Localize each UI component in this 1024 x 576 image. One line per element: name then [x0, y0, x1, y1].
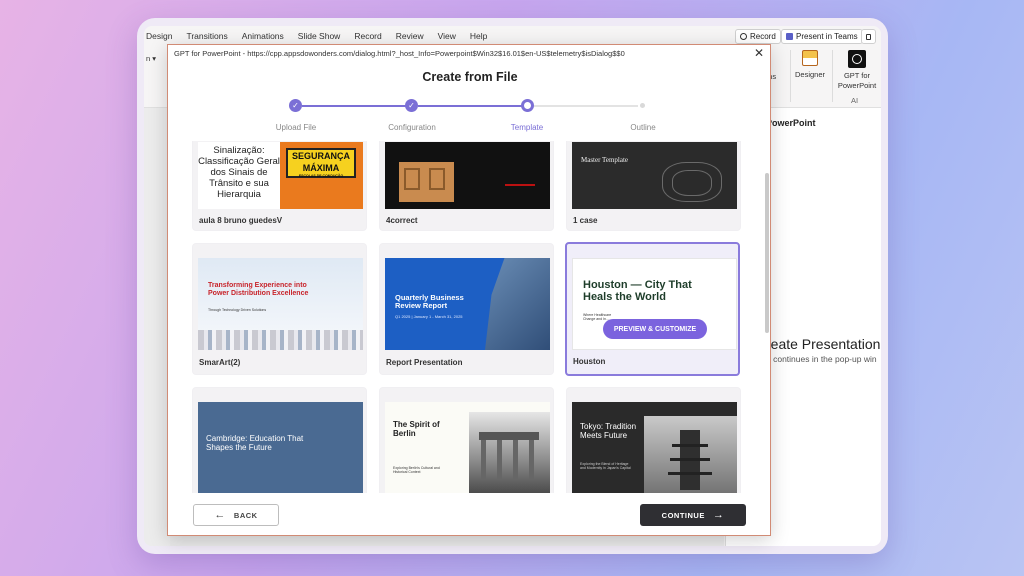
menu-transitions[interactable]: Transitions	[186, 31, 227, 41]
progress-stepper: ✓ ✓ Upload File Configuration Template O…	[168, 97, 770, 137]
ribbon-divider	[790, 50, 791, 102]
template-card-smarart[interactable]: Transforming Experience into Power Distr…	[192, 243, 367, 375]
template-thumbnail: The Spirit of Berlin Exploring Berlin's …	[385, 402, 550, 493]
back-button[interactable]: ← BACK	[193, 504, 279, 526]
thumbnail-brandenburg-image	[469, 412, 550, 493]
template-name: Report Presentation	[386, 358, 463, 367]
template-name: Houston	[573, 357, 606, 366]
template-thumbnail: Sinalização: Classificação Geral dos Sin…	[198, 142, 363, 209]
present-in-teams-button[interactable]: Present in Teams	[781, 29, 863, 44]
template-thumbnail: Tokyo: Tradition Meets Future Exploring …	[572, 402, 737, 493]
template-thumbnail	[385, 142, 550, 209]
gpt-for-powerpoint-button[interactable]: GPT for PowerPoint	[835, 50, 879, 91]
template-card-cambridge[interactable]: Cambridge: Education That Shapes the Fut…	[192, 387, 367, 493]
thumbnail-city-image	[485, 258, 550, 350]
template-thumbnail: Quarterly Business Review Report Q1 2025…	[385, 258, 550, 350]
menu-slide-show[interactable]: Slide Show	[298, 31, 341, 41]
template-card-berlin[interactable]: The Spirit of Berlin Exploring Berlin's …	[379, 387, 554, 493]
template-thumbnail: Transforming Experience into Power Distr…	[198, 258, 363, 350]
designer-button[interactable]: Designer	[792, 50, 828, 79]
template-name: SmarArt(2)	[199, 358, 241, 367]
template-card-4correct[interactable]: 4correct	[379, 141, 554, 231]
designer-icon	[802, 50, 818, 66]
template-thumbnail: Cambridge: Education That Shapes the Fut…	[198, 402, 363, 493]
continue-label: CONTINUE	[661, 510, 705, 520]
menu-help[interactable]: Help	[470, 31, 487, 41]
present-label: Present in Teams	[796, 32, 858, 41]
back-label: BACK	[233, 510, 258, 520]
arrow-right-icon: →	[712, 509, 725, 521]
side-pane-heading: reate Presentation	[766, 336, 881, 352]
thumbnail-text: Transforming Experience into Power Distr…	[208, 282, 309, 297]
step-label-upload-file: Upload File	[275, 123, 317, 132]
ribbon-divider	[832, 50, 833, 102]
ribbon-dropdown-left[interactable]: n ▾	[146, 54, 156, 63]
thumbnail-house-image	[399, 162, 454, 202]
thumbnail-text: Quarterly Business Review Report	[395, 293, 464, 310]
continue-button[interactable]: CONTINUE →	[640, 504, 746, 526]
step-label-template: Template	[510, 123, 544, 132]
thumbnail-text: The Spirit of Berlin	[393, 420, 440, 438]
menu-view[interactable]: View	[438, 31, 456, 41]
side-pane-subtext: n continues in the pop-up win	[766, 354, 877, 364]
step-connector	[534, 105, 638, 107]
step-check-icon: ✓	[289, 99, 302, 112]
thumbnail-image: SEGURANÇA MÁXIMA ESCOLAS DE CONDUÇÃO	[280, 142, 363, 209]
dialog-footer: ← BACK CONTINUE →	[168, 493, 770, 535]
template-card-houston[interactable]: Houston — City That Heals the World Wher…	[565, 242, 740, 376]
record-icon	[740, 33, 747, 40]
close-icon[interactable]: ✕	[754, 46, 764, 60]
step-connector	[302, 105, 408, 107]
thumbnail-text: Cambridge: Education That Shapes the Fut…	[206, 434, 304, 452]
step-label-outline: Outline	[630, 123, 656, 132]
record-button[interactable]: Record	[735, 29, 781, 44]
gpt-icon	[848, 50, 866, 68]
step-pending-icon	[640, 103, 645, 108]
thumbnail-text: Tokyo: Tradition Meets Future	[580, 422, 637, 440]
template-thumbnail: Master Template	[572, 142, 737, 209]
menu-record[interactable]: Record	[354, 31, 381, 41]
thumbnail-skyline	[198, 330, 363, 350]
ai-group-label: AI	[851, 96, 859, 105]
thumbnail-text: Sinalização: Classificação Geral dos Sin…	[198, 145, 280, 200]
dialog-title: Create from File	[422, 70, 518, 84]
step-current-icon	[521, 99, 534, 112]
thumbnail-pagoda-image	[644, 416, 737, 493]
template-card-aula-8[interactable]: Sinalização: Classificação Geral dos Sin…	[192, 141, 367, 231]
teams-icon	[786, 33, 793, 40]
comments-button[interactable]	[861, 29, 876, 44]
create-from-file-dialog: GPT for PowerPoint - https://cpp.appsdow…	[167, 44, 771, 536]
side-pane-title: PowerPoint	[766, 118, 816, 128]
template-card-1-case[interactable]: Master Template 1 case	[566, 141, 741, 231]
arrow-left-icon: ←	[214, 509, 226, 521]
template-card-tokyo[interactable]: Tokyo: Tradition Meets Future Exploring …	[566, 387, 741, 493]
grid-scrollbar[interactable]	[765, 173, 769, 333]
thumbnail-text: Master Template	[581, 156, 629, 164]
template-name: aula 8 bruno guedesV	[199, 216, 283, 225]
template-name: 4correct	[386, 216, 418, 225]
preview-customize-button[interactable]: PREVIEW & CUSTOMIZE	[603, 319, 707, 339]
template-grid: Sinalização: Classificação Geral dos Sin…	[168, 141, 770, 493]
menu-animations[interactable]: Animations	[242, 31, 284, 41]
template-card-report-presentation[interactable]: Quarterly Business Review Report Q1 2025…	[379, 243, 554, 375]
thumbnail-sign: SEGURANÇA MÁXIMA ESCOLAS DE CONDUÇÃO	[286, 148, 356, 178]
template-name: 1 case	[573, 216, 598, 225]
record-label: Record	[750, 32, 776, 41]
gpt-label: GPT for PowerPoint	[837, 71, 877, 90]
dialog-url: GPT for PowerPoint - https://cpp.appsdow…	[174, 49, 625, 58]
menu-design[interactable]: Design	[146, 31, 172, 41]
menu-review[interactable]: Review	[396, 31, 424, 41]
comment-icon	[866, 33, 871, 40]
step-connector	[418, 105, 522, 107]
step-label-configuration: Configuration	[388, 123, 436, 132]
step-check-icon: ✓	[405, 99, 418, 112]
designer-label: Designer	[794, 70, 825, 79]
thumbnail-text: Houston — City That Heals the World	[583, 279, 692, 303]
